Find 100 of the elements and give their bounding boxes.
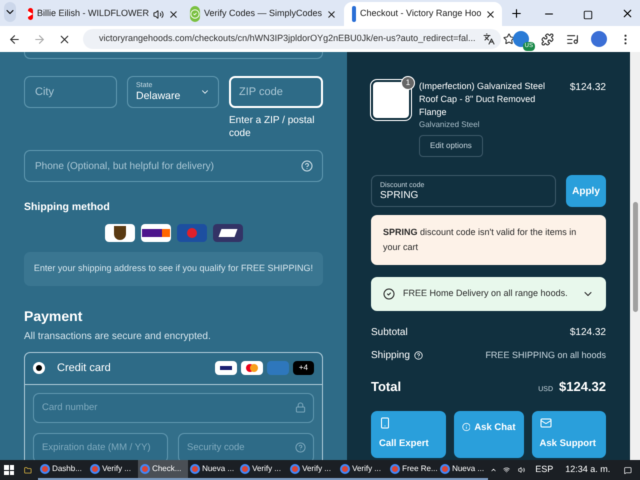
taskbar-label: Verify ...: [352, 463, 381, 475]
url-text: victoryrangehoods.com/checkouts/cn/hWN3IP3jpldorOYg2nEBU0Jk/en-us?auto_redirect=fal...: [99, 32, 476, 46]
forward-icon: [33, 32, 46, 46]
close-icon: [326, 8, 338, 20]
product-price: $124.32: [570, 81, 606, 95]
browser-icon: [390, 464, 400, 474]
free-shipping-notice: Enter your shipping address to see if you qualify for FREE SHIPPING!: [24, 252, 323, 286]
free-delivery-text: FREE Home Delivery on all range hoods.: [403, 287, 569, 300]
shipping-label: Shipping: [371, 349, 410, 363]
browser-icon: [140, 464, 150, 474]
payment-heading: Payment: [24, 306, 84, 326]
phone-field[interactable]: Phone (Optional, but helpful for delivery): [24, 150, 323, 182]
lock-icon: [295, 402, 306, 413]
phone-icon: [379, 416, 391, 429]
expiration-field[interactable]: Expiration date (MM / YY): [33, 432, 168, 460]
taskbar-label: Verify ...: [102, 463, 131, 475]
taskbar-label: Dashb...: [52, 463, 82, 475]
taskbar-item[interactable]: Verify ...: [238, 460, 288, 480]
total-value: $124.32: [559, 378, 606, 396]
card-number-field[interactable]: Card number: [33, 392, 314, 423]
info-icon: [462, 420, 470, 432]
radio-button[interactable]: [33, 362, 45, 374]
taskbar-item[interactable]: Nueva ...: [438, 460, 488, 480]
extensions-icon: [541, 32, 554, 46]
media-icon: [566, 32, 579, 46]
carrier-logo: [176, 224, 206, 242]
taskbar-label: Verify ...: [302, 463, 331, 475]
browser-icon: [40, 464, 50, 474]
browser-icon: [340, 464, 350, 474]
taskbar-label: Nueva ...: [202, 463, 234, 475]
browser-icon: [90, 464, 100, 474]
new-tab-icon: [510, 7, 523, 20]
browser-tab[interactable]: Checkout - Victory Range Hoo: [344, 2, 502, 26]
help-icon: [301, 160, 313, 172]
speaker-icon: [518, 465, 526, 475]
browser-tab[interactable]: Verify Codes — SimplyCodes: [182, 2, 340, 26]
payment-subtitle: All transactions are secure and encrypted.: [24, 330, 212, 344]
help-icon: [295, 442, 306, 453]
discount-error-message: SPRING discount code isn't valid for the items in your cart: [371, 215, 606, 265]
card-brand-logo: [266, 361, 289, 376]
total-label: Total: [371, 378, 402, 396]
close-icon: [621, 7, 634, 20]
quantity-badge: 1: [401, 76, 415, 90]
product-name: (Imperfection) Galvanized Steel Roof Cap - 8" Duct Removed Flange: [419, 80, 546, 119]
check-circle-icon: [383, 288, 395, 300]
subtotal-value: $124.32: [570, 326, 606, 340]
carrier-logo: [212, 224, 242, 242]
security-code-field[interactable]: Security code: [178, 432, 314, 460]
taskbar-item[interactable]: Verify ...: [288, 460, 338, 480]
browser-icon: [190, 464, 200, 474]
subtotal-label: Subtotal: [371, 326, 408, 340]
taskbar-item[interactable]: Verify ...: [338, 460, 388, 480]
shipping-method-heading: Shipping method: [24, 200, 111, 215]
credit-card-label: Credit card: [57, 361, 112, 376]
carrier-logo: [104, 224, 134, 242]
browser-icon: [440, 464, 450, 474]
taskbar-item[interactable]: Check...: [138, 460, 188, 480]
taskbar-item[interactable]: Dashb...: [38, 460, 88, 480]
card-brand-logo: [214, 361, 237, 376]
bookmark-star-icon: [503, 33, 516, 45]
more-cards-badge: +4: [292, 361, 314, 376]
clock[interactable]: 12:34 a. m.: [565, 463, 610, 477]
profile-avatar-icon: [591, 31, 607, 47]
check-icon: [190, 6, 200, 22]
tab-search-button[interactable]: [4, 2, 16, 22]
back-icon: [8, 32, 21, 46]
taskbar-item[interactable]: Nueva ...: [188, 460, 238, 480]
taskbar-label: Nueva ...: [452, 463, 484, 475]
language-indicator[interactable]: ESP: [535, 463, 554, 477]
browser-tab[interactable]: Billie Eilish - WILDFLOWER: [20, 2, 178, 26]
zip-field[interactable]: ZIP code: [229, 76, 323, 108]
browser-icon: [290, 464, 300, 474]
translate-icon: [483, 33, 496, 45]
restore-icon: [583, 10, 593, 20]
city-field[interactable]: City: [24, 76, 117, 108]
carrier-logo: [140, 224, 170, 242]
help-icon: [414, 351, 423, 360]
zip-error-text: Enter a ZIP / postal code: [229, 114, 316, 140]
tab-title: Checkout - Victory Range Hoo: [360, 7, 482, 20]
card-brand-logo: [240, 361, 263, 376]
mail-icon: [540, 416, 552, 429]
shipping-value: FREE SHIPPING on all hoods: [485, 348, 606, 362]
taskbar-label: Verify ...: [252, 463, 281, 475]
close-icon: [485, 8, 496, 20]
discount-code-value: SPRING: [380, 190, 420, 200]
edit-options-button[interactable]: Edit options: [419, 135, 483, 157]
stop-icon: [58, 32, 71, 46]
taskbar-item[interactable]: Free Re...: [388, 460, 438, 480]
video-play-icon: [28, 8, 33, 20]
tab-title: Billie Eilish - WILDFLOWER: [37, 7, 150, 20]
taskbar-label: Free Re...: [402, 463, 438, 475]
state-value: Delaware: [136, 91, 182, 102]
browser-icon: [240, 464, 250, 474]
product-variant: Galvanized Steel: [419, 119, 480, 131]
close-icon: [168, 8, 180, 20]
credit-card-option[interactable]: Credit card +4: [25, 352, 322, 385]
folder-icon: [24, 464, 32, 476]
tab-title: Verify Codes — SimplyCodes: [204, 7, 322, 20]
notifications-icon: [624, 464, 632, 476]
free-delivery-banner[interactable]: FREE Home Delivery on all range hoods.: [371, 277, 606, 311]
